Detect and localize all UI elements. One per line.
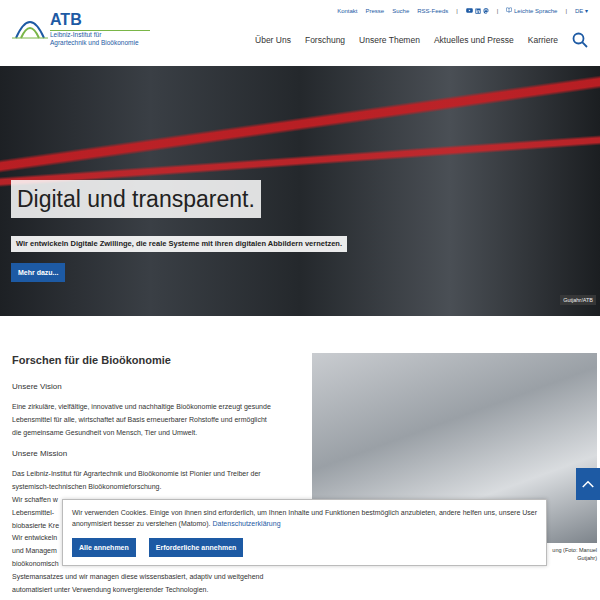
separator: |	[497, 8, 499, 14]
header-right: Kontakt Presse Suche RSS-Feeds | | Leichte Sp…	[255, 0, 588, 66]
subheading: Unsere Vision	[12, 381, 309, 393]
nav-item[interactable]: Forschung	[305, 35, 345, 45]
top-links: Kontakt Presse Suche RSS-Feeds | | Leichte Sp…	[337, 0, 588, 14]
subheading: Unsere Mission	[12, 448, 309, 460]
logo-subtitle: Agrartechnik und Bioökonomie	[50, 39, 150, 47]
top-link[interactable]: Presse	[366, 8, 385, 14]
search-icon[interactable]	[572, 32, 588, 48]
arrow-up-icon	[582, 479, 594, 489]
text-line: Systemansatzes und wir managen diese wis…	[12, 571, 309, 584]
more-button[interactable]: Mehr dazu...	[11, 263, 65, 282]
linkedin-icon[interactable]	[475, 8, 481, 14]
hero-subtitle: Wir entwickeln Digitale Zwillinge, die r…	[11, 236, 347, 252]
logo-text: ATBLeibniz-Institut fürAgrartechnik und …	[50, 12, 150, 47]
separator: |	[565, 8, 567, 14]
hero-title: Digital und transparent.	[11, 180, 261, 218]
text-line: Lebensmittel für alle, wirtschaftet auf …	[12, 414, 309, 427]
cookie-text: Wir verwenden Cookies. Einige von ihnen …	[72, 507, 537, 529]
text-line: systemisch-technischen Bioökonomieforsch…	[12, 481, 309, 494]
logo-subtitle: Leibniz-Institut für	[50, 31, 150, 39]
privacy-link[interactable]: Datenschutzerklärung	[212, 520, 280, 527]
cookie-banner: Wir verwenden Cookies. Einige von ihnen …	[62, 499, 547, 566]
logo-icon	[12, 12, 48, 42]
nav-item[interactable]: Unsere Themen	[359, 35, 420, 45]
cookie-buttons: Alle annehmen Erforderliche annehmen	[72, 538, 537, 557]
nav-item[interactable]: Karriere	[528, 35, 558, 45]
nav-item[interactable]: Aktuelles und Presse	[434, 35, 514, 45]
easy-language-link[interactable]: Leichte Sprache	[506, 7, 557, 14]
paragraph: Eine zirkuläre, vielfältige, innovative …	[12, 401, 309, 439]
text-line: die gemeinsame Gesundheit von Mensch, Ti…	[12, 427, 309, 440]
logo-abbr: ATB	[50, 12, 150, 31]
photo-credit: Gutjahr/ATB	[560, 295, 596, 305]
book-icon	[506, 7, 512, 13]
top-link[interactable]: RSS-Feeds	[417, 8, 448, 14]
header: ATBLeibniz-Institut fürAgrartechnik und …	[0, 0, 600, 66]
photo-caption: ung (Foto: Manuel Gutjahr)	[547, 546, 597, 562]
section-heading: Forschen für die Bioökonomie	[12, 353, 309, 367]
mastodon-icon[interactable]	[483, 8, 489, 14]
separator: |	[456, 8, 458, 14]
nav-item[interactable]: Über Uns	[255, 35, 291, 45]
main-nav: Über Uns Forschung Unsere Themen Aktuelles …	[255, 32, 588, 48]
text-line: Das Leibniz-Institut für Agrartechnik un…	[12, 468, 309, 481]
scroll-top-button[interactable]	[576, 468, 600, 500]
logo[interactable]: ATBLeibniz-Institut fürAgrartechnik und …	[12, 0, 150, 66]
top-link[interactable]: Kontakt	[337, 8, 357, 14]
text-line: automatisiert unter Verwendung konvergie…	[12, 584, 309, 597]
youtube-icon[interactable]	[466, 7, 473, 14]
language-select[interactable]: DE ▾	[575, 7, 588, 14]
cookie-button[interactable]: Erforderliche annehmen	[149, 538, 244, 557]
cookie-button[interactable]: Alle annehmen	[72, 538, 136, 557]
hero: Digital und transparent. Wir entwickeln D…	[0, 66, 600, 316]
page: ATBLeibniz-Institut fürAgrartechnik und …	[0, 0, 600, 600]
top-link[interactable]: Suche	[392, 8, 409, 14]
text-line: Eine zirkuläre, vielfältige, innovative …	[12, 401, 309, 414]
social-icons	[466, 7, 489, 14]
